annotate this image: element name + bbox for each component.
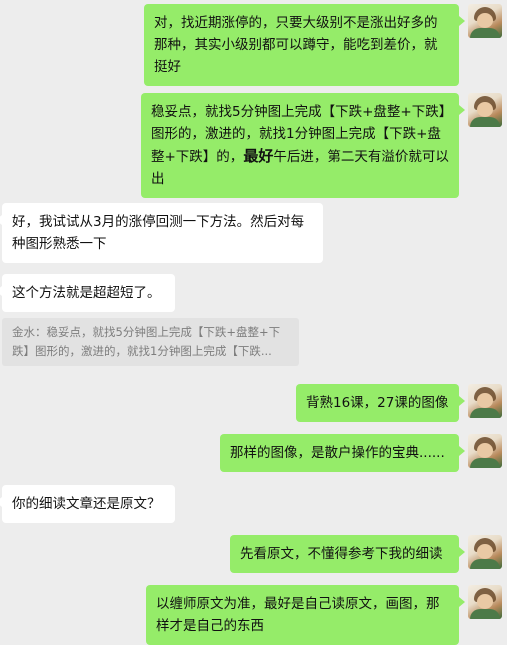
message-bubble-received[interactable]: 你的细读文章还是原文？ [0, 485, 175, 523]
message-bubble-sent[interactable]: 对，找近期涨停的，只要大级别不是涨出好多的那种，其实小级别都可以蹲守，能吃到差价… [144, 4, 465, 86]
message-text: 对，找近期涨停的，只要大级别不是涨出好多的那种，其实小级别都可以蹲守，能吃到差价… [154, 15, 438, 75]
message-bubble-sent[interactable]: 那样的图像，是散户操作的宝典...... [220, 434, 465, 472]
user-avatar[interactable] [468, 93, 502, 127]
message-text-highlight: 最好 [243, 147, 274, 165]
message-bubble-sent[interactable]: 背熟16课，27课的图像 [296, 384, 465, 422]
user-avatar[interactable] [468, 535, 502, 569]
message-bubble-sent[interactable]: 以缠师原文为准，最好是自己读原文，画图，那样才是自己的东西 [146, 585, 465, 645]
message-bubble-received[interactable]: 好，我试试从3月的涨停回测一下方法。然后对每种图形熟悉一下 [0, 203, 323, 263]
message-text: 背熟16课，27课的图像 [306, 395, 449, 411]
user-avatar[interactable] [468, 384, 502, 418]
chat-area: 对，找近期涨停的，只要大级别不是涨出好多的那种，其实小级别都可以蹲守，能吃到差价… [0, 0, 507, 645]
message-text: 那样的图像，是散户操作的宝典...... [230, 445, 445, 461]
message-text: 以缠师原文为准，最好是自己读原文，画图，那样才是自己的东西 [156, 596, 440, 634]
message-text: 先看原文，不懂得参考下我的细读 [240, 546, 443, 562]
message-bubble-received[interactable]: 这个方法就是超超短了。 [0, 274, 175, 312]
user-avatar[interactable] [468, 585, 502, 619]
message-text: 这个方法就是超超短了。 [12, 285, 161, 301]
message-text: 好，我试试从3月的涨停回测一下方法。然后对每种图形熟悉一下 [12, 214, 305, 252]
user-avatar[interactable] [468, 4, 502, 38]
quote-text: 金水：稳妥点，就找5分钟图上完成【下跌+盘整+下跌】图形的，激进的，就找1分钟图… [12, 325, 281, 358]
quoted-message[interactable]: 金水：稳妥点，就找5分钟图上完成【下跌+盘整+下跌】图形的，激进的，就找1分钟图… [2, 318, 299, 366]
message-text: 你的细读文章还是原文？ [12, 496, 161, 512]
message-bubble-sent[interactable]: 先看原文，不懂得参考下我的细读 [230, 535, 465, 573]
message-bubble-sent[interactable]: 稳妥点，就找5分钟图上完成【下跌+盘整+下跌】图形的，激进的，就找1分钟图上完成… [141, 93, 465, 198]
user-avatar[interactable] [468, 434, 502, 468]
